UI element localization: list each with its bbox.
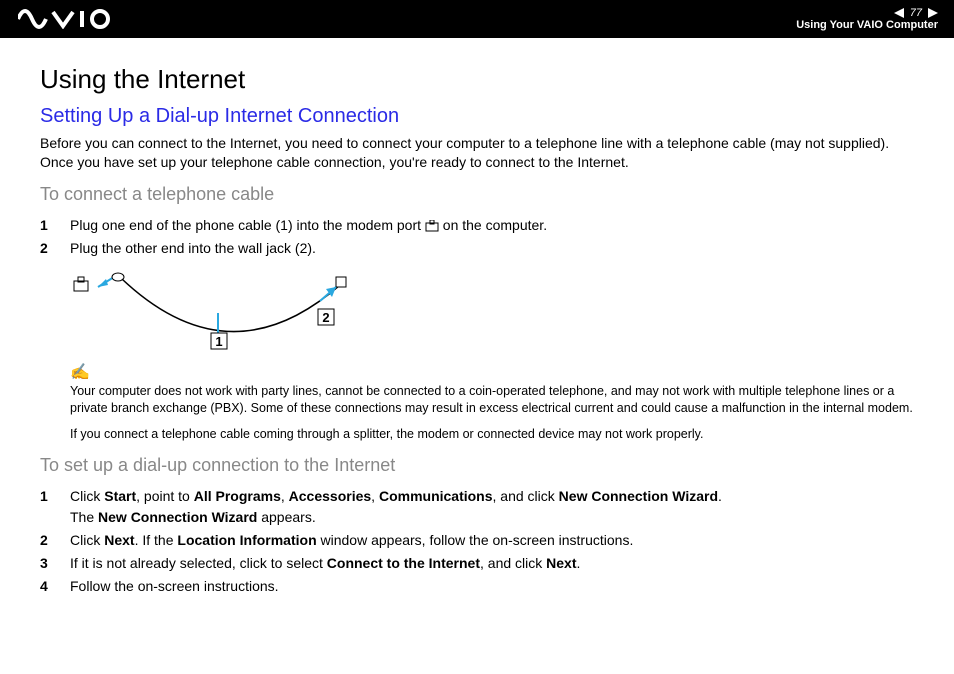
section2-steps: 1 Click Start, point to All Programs, Ac… [40, 486, 918, 597]
header-bar: 77 Using Your VAIO Computer [0, 0, 954, 38]
page-title: Using the Internet [40, 64, 918, 95]
vaio-logo [18, 9, 128, 29]
note-block-2: If you connect a telephone cable coming … [70, 427, 918, 441]
list-item: 2 Click Next. If the Location Informatio… [40, 530, 918, 551]
figure-label-2: 2 [322, 310, 329, 325]
page-subtitle: Setting Up a Dial-up Internet Connection [40, 105, 918, 128]
section1-steps: 1 Plug one end of the phone cable (1) in… [40, 215, 918, 259]
next-page-icon[interactable] [928, 8, 938, 18]
list-item: 1 Click Start, point to All Programs, Ac… [40, 486, 918, 528]
list-item: 1 Plug one end of the phone cable (1) in… [40, 215, 918, 236]
header-nav: 77 Using Your VAIO Computer [796, 7, 938, 31]
note-icon: ✍ [70, 364, 90, 381]
note-block: ✍ Your computer does not work with party… [70, 362, 918, 417]
prev-page-icon[interactable] [894, 8, 904, 18]
intro-text: Before you can connect to the Internet, … [40, 134, 918, 172]
section2-heading: To set up a dial-up connection to the In… [40, 455, 918, 476]
list-item: 2 Plug the other end into the wall jack … [40, 238, 918, 259]
list-item: 3 If it is not already selected, click t… [40, 553, 918, 574]
section1-heading: To connect a telephone cable [40, 184, 918, 205]
figure-label-1: 1 [215, 334, 222, 349]
cable-diagram: 1 2 [70, 271, 918, 356]
page-number: 77 [910, 7, 922, 19]
section-name: Using Your VAIO Computer [796, 19, 938, 31]
list-item: 4 Follow the on-screen instructions. [40, 576, 918, 597]
page-content: Using the Internet Setting Up a Dial-up … [0, 38, 954, 597]
modem-port-icon [425, 220, 439, 232]
